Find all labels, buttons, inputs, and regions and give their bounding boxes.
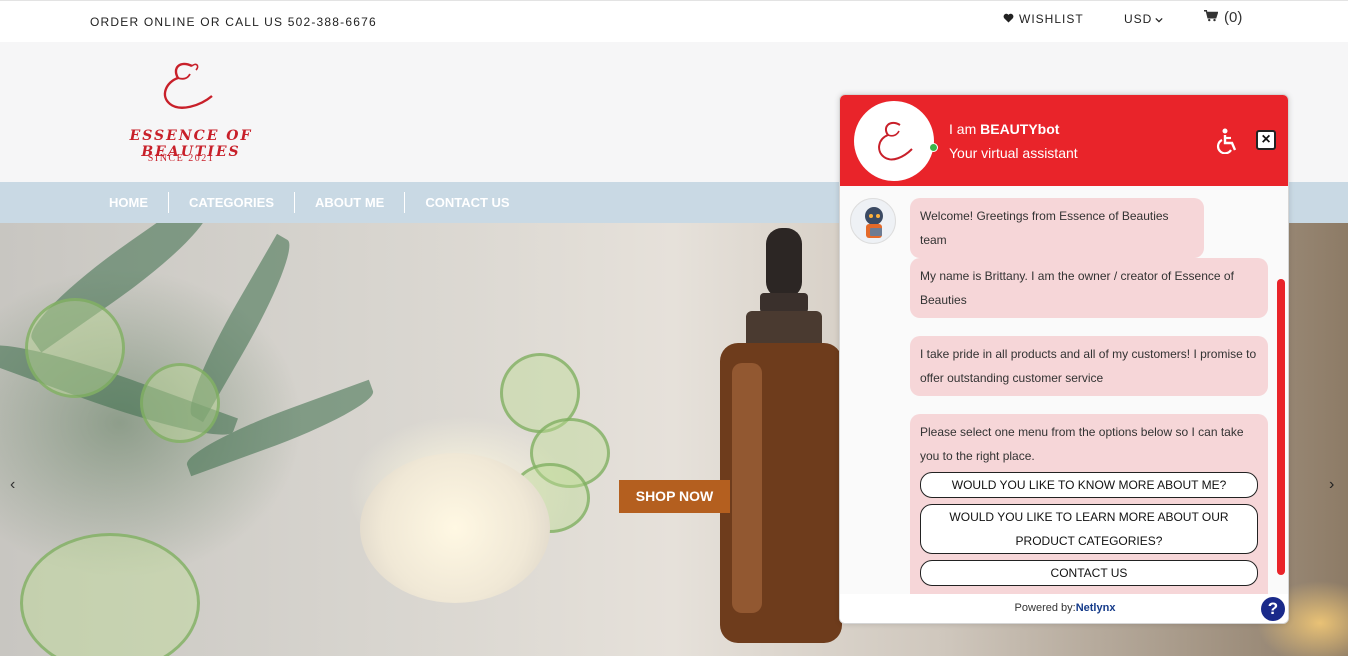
nav-item-contact-us[interactable]: CONTACT US [405, 192, 529, 213]
option-product-categories-button[interactable]: WOULD YOU LIKE TO LEARN MORE ABOUT OUR P… [920, 504, 1258, 554]
chatbot-subtitle: Your virtual assistant [949, 145, 1078, 161]
chat-messages: Welcome! Greetings from Essence of Beaut… [840, 186, 1288, 594]
chatbot-header: I am BEAUTYbot Your virtual assistant × [840, 95, 1288, 186]
currency-selector[interactable]: USD [1124, 12, 1163, 26]
site-logo[interactable]: ESSENCE OF BEAUTIES SINCE 2021 [96, 58, 286, 168]
robot-icon [865, 207, 883, 238]
chat-message: Please select one menu from the options … [920, 425, 1244, 463]
cart-count: (0) [1224, 9, 1243, 26]
bot-avatar [850, 198, 896, 244]
shop-now-button[interactable]: SHOP NOW [619, 480, 730, 513]
hero-cucumber-decoration [25, 298, 125, 398]
slider-next-arrow-icon[interactable]: › [1329, 476, 1334, 494]
powered-by-brand: Netlynx [1075, 602, 1116, 614]
wishlist-link[interactable]: WISHLIST [1003, 12, 1084, 26]
cart-button[interactable]: (0) [1204, 9, 1242, 26]
chatbot-name: BEAUTYbot [980, 121, 1060, 137]
chatbot-title: I am BEAUTYbot [949, 121, 1059, 137]
chat-message: My name is Brittany. I am the owner / cr… [910, 258, 1268, 318]
powered-by-prefix: Powered by: [1014, 602, 1076, 614]
currency-value: USD [1124, 12, 1153, 26]
slider-prev-arrow-icon[interactable]: ‹ [10, 476, 15, 494]
logo-e-icon [163, 62, 213, 109]
nav-item-about-me[interactable]: ABOUT ME [295, 192, 406, 213]
order-phone-text: ORDER ONLINE OR CALL US 502-388-6676 [90, 15, 377, 29]
option-contact-us-button[interactable]: CONTACT US [920, 560, 1258, 586]
chat-message: Welcome! Greetings from Essence of Beaut… [910, 198, 1204, 258]
hero-cucumber-decoration [20, 533, 200, 656]
chat-message: I take pride in all products and all of … [910, 336, 1268, 396]
nav-item-categories[interactable]: CATEGORIES [169, 192, 295, 213]
chatbot-widget: I am BEAUTYbot Your virtual assistant × … [839, 94, 1289, 624]
chatbot-avatar [854, 101, 934, 181]
chat-close-button[interactable]: × [1256, 130, 1276, 150]
wishlist-label: WISHLIST [1019, 12, 1084, 26]
powered-by-text: Powered by:Netlynx [840, 602, 1288, 614]
chat-options-message: Please select one menu from the options … [910, 414, 1268, 594]
hero-bottle-decoration [720, 228, 842, 643]
option-about-me-button[interactable]: WOULD YOU LIKE TO KNOW MORE ABOUT ME? [920, 472, 1258, 498]
nav-item-home[interactable]: HOME [89, 192, 169, 213]
hero-cucumber-decoration [140, 363, 220, 443]
chatbot-title-prefix: I am [949, 121, 981, 137]
logo-e-icon [878, 121, 913, 161]
heart-icon [1003, 12, 1014, 26]
cart-icon [1204, 9, 1219, 26]
chevron-down-icon [1155, 12, 1163, 26]
chatbot-footer: Powered by:Netlynx ? [840, 594, 1288, 623]
hero-candle-decoration [360, 453, 550, 603]
logo-since-text: SINCE 2021 [147, 153, 215, 164]
accessibility-icon[interactable] [1215, 128, 1241, 154]
online-status-dot [929, 143, 938, 152]
top-bar: ORDER ONLINE OR CALL US 502-388-6676 WIS… [0, 0, 1348, 42]
chat-scrollbar[interactable] [1277, 279, 1285, 575]
help-button[interactable]: ? [1261, 597, 1285, 621]
